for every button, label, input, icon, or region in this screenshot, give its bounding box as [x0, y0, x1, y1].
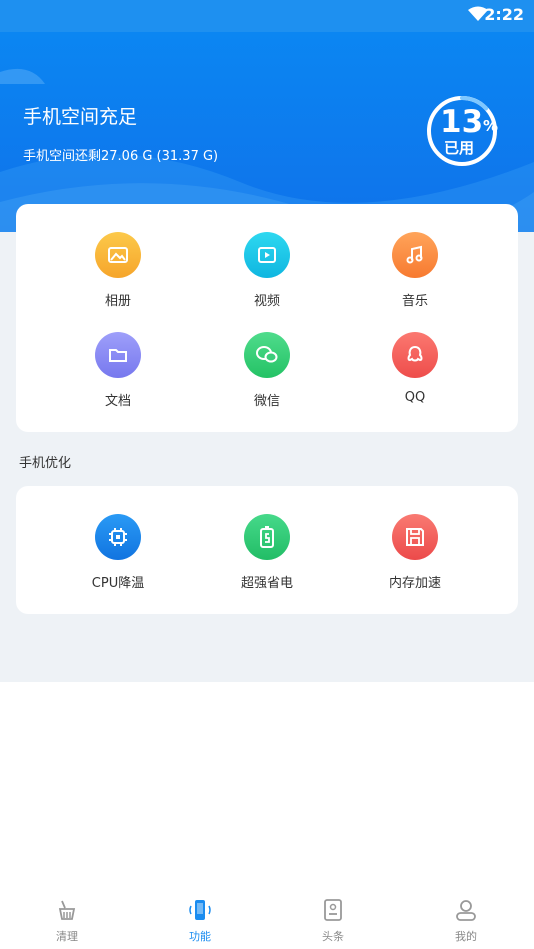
optimize-label: 超强省电: [240, 576, 293, 591]
category-label: QQ: [404, 390, 426, 405]
optimize-label: CPU降温: [91, 576, 145, 591]
usage-gauge: 13 % 已用: [426, 95, 498, 167]
category-documents[interactable]: 文档: [63, 332, 173, 409]
wechat-icon: [244, 332, 290, 378]
category-qq[interactable]: QQ: [360, 332, 470, 405]
news-icon: [324, 899, 342, 921]
status-bar: 2:22: [0, 0, 534, 32]
category-label: 微信: [253, 394, 280, 409]
category-videos[interactable]: 视频: [212, 232, 322, 309]
storage-status-title: 手机空间充足: [23, 106, 138, 128]
tab-profile[interactable]: 我的: [426, 898, 506, 944]
battery-icon: [244, 514, 290, 560]
section-title-optimize: 手机优化: [19, 456, 72, 471]
optimize-card: CPU降温 超强省电 内存加速: [16, 486, 518, 614]
category-label: 音乐: [401, 294, 428, 309]
bottom-tab-bar: 清理 功能 头条 我的: [0, 888, 534, 949]
used-label: 已用: [444, 139, 475, 157]
usage-percent: 13: [440, 104, 484, 140]
category-photos[interactable]: 相册: [63, 232, 173, 309]
phone-icon: [189, 900, 211, 920]
category-label: 文档: [104, 394, 131, 409]
clock: 2:22: [484, 5, 524, 24]
user-icon: [456, 900, 476, 921]
category-label: 视频: [253, 294, 280, 309]
memory-icon: [392, 514, 438, 560]
percent-sign: %: [483, 117, 499, 135]
cpu-cooling-button[interactable]: CPU降温: [63, 514, 173, 591]
tab-news[interactable]: 头条: [293, 898, 373, 944]
tab-label: 头条: [322, 930, 344, 943]
category-music[interactable]: 音乐: [360, 232, 470, 309]
tab-label: 功能: [189, 930, 211, 943]
tab-clean[interactable]: 清理: [27, 898, 107, 944]
music-icon: [392, 232, 438, 278]
category-wechat[interactable]: 微信: [212, 332, 322, 409]
tab-label: 清理: [56, 930, 78, 943]
cpu-icon: [95, 514, 141, 560]
photo-icon: [95, 232, 141, 278]
power-saving-button[interactable]: 超强省电: [212, 514, 322, 591]
memory-boost-button[interactable]: 内存加速: [360, 514, 470, 591]
qq-icon: [392, 332, 438, 378]
file-categories-card: 相册 视频 音乐 文档 微信 QQ: [16, 204, 518, 432]
category-label: 相册: [104, 294, 131, 309]
storage-detail: 手机空间还剩27.06 G (31.37 G): [23, 149, 219, 164]
tab-label: 我的: [455, 930, 477, 943]
video-icon: [244, 232, 290, 278]
tab-features[interactable]: 功能: [160, 898, 240, 944]
optimize-label: 内存加速: [388, 576, 441, 591]
broom-icon: [58, 900, 76, 920]
folder-icon: [95, 332, 141, 378]
